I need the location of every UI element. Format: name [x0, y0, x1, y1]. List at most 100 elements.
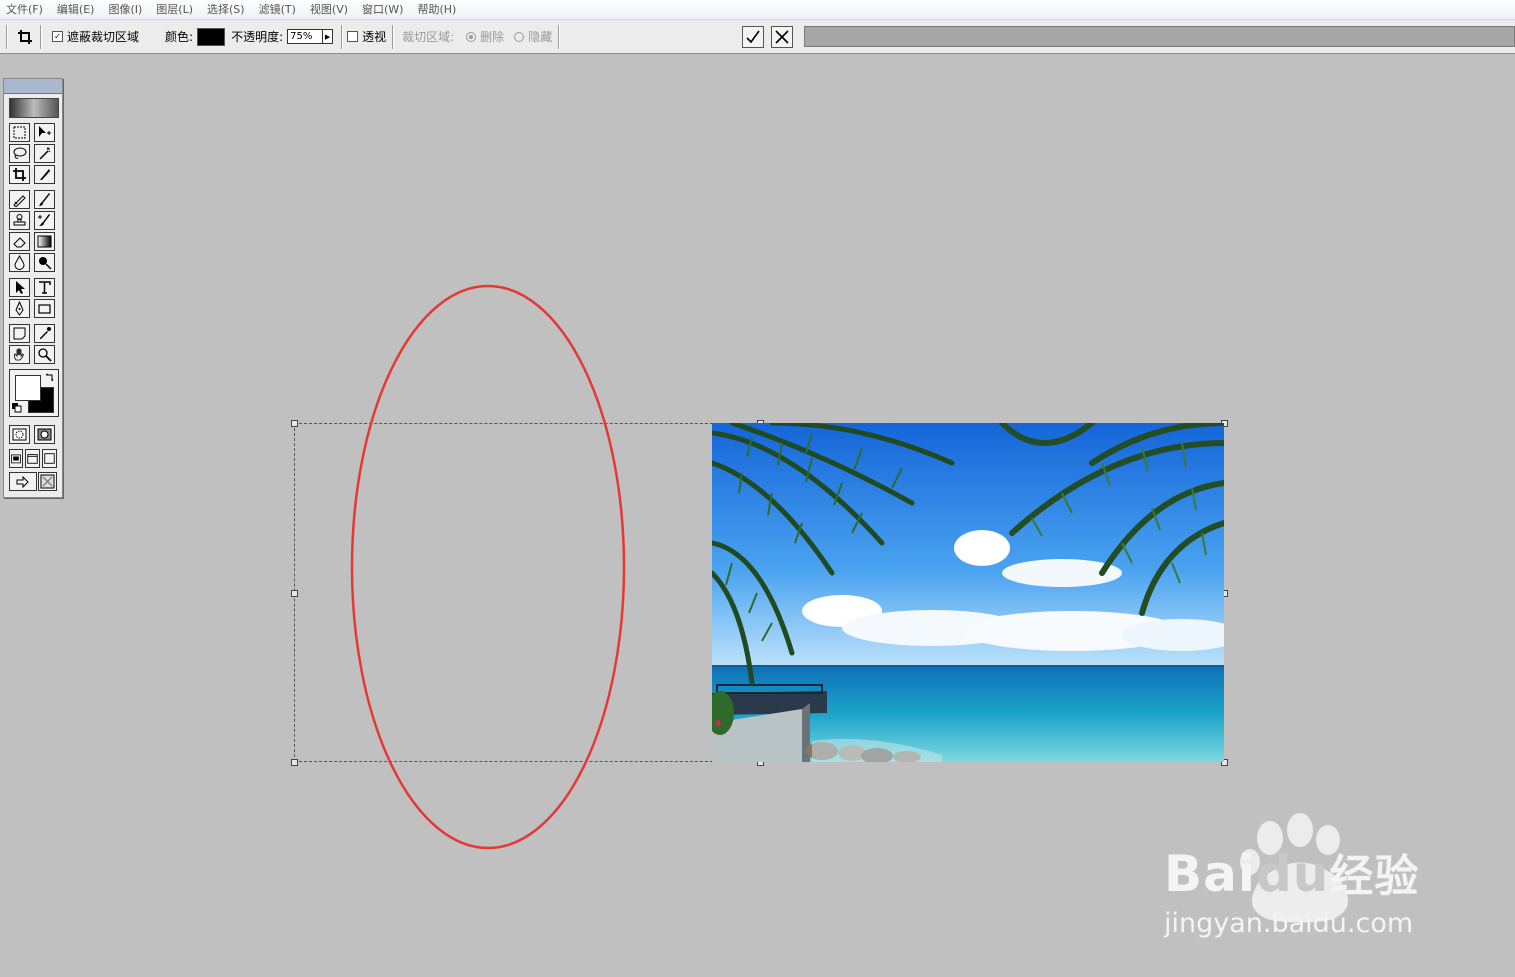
delete-label: 删除	[480, 30, 505, 44]
menu-help[interactable]: 帮助(H)	[410, 0, 463, 19]
clone-stamp-tool[interactable]	[9, 211, 30, 230]
color-label: 颜色:	[165, 30, 194, 44]
watermark-url: jingyan.baidu.com	[1164, 908, 1414, 939]
screen-mode-menubar[interactable]	[25, 449, 40, 468]
highlight-ellipse-annotation	[350, 284, 626, 850]
triangle-right-icon[interactable]: ▶	[322, 30, 332, 43]
shield-color-swatch[interactable]	[197, 27, 226, 46]
stamp-icon	[13, 214, 26, 226]
history-brush-icon	[38, 214, 50, 226]
baidu-jingyan-watermark: Baidu经验 jingyan.baidu.com	[1160, 810, 1450, 950]
move-tool[interactable]	[34, 123, 55, 142]
brush-icon	[39, 193, 50, 206]
marquee-tool[interactable]	[9, 123, 30, 142]
swap-colors-icon[interactable]	[44, 373, 55, 384]
type-t-icon	[39, 281, 51, 294]
options-grip	[6, 24, 8, 49]
foreground-color-swatch[interactable]	[15, 375, 41, 401]
quick-mask-icon	[37, 428, 52, 441]
canvas-image-beach[interactable]	[712, 423, 1224, 762]
lasso-tool[interactable]	[9, 144, 30, 163]
healing-brush-icon	[13, 195, 26, 207]
menu-layer[interactable]: 图层(L)	[149, 0, 200, 19]
gradient-icon	[37, 235, 52, 248]
screen-mode-full[interactable]	[42, 449, 57, 468]
shape-tool[interactable]	[34, 299, 55, 318]
standard-mode-button[interactable]	[9, 425, 30, 444]
crop-tool[interactable]	[9, 165, 30, 184]
magnifier-icon	[38, 348, 52, 362]
menu-window[interactable]: 窗口(W)	[355, 0, 410, 19]
shield-option[interactable]: ✓ 遮蔽裁切区域	[52, 28, 139, 45]
shield-checkbox[interactable]: ✓	[52, 31, 63, 42]
jump-arrow-icon	[16, 475, 29, 489]
app-logo-icon[interactable]	[9, 98, 59, 118]
watermark-brand: Baidu经验	[1164, 845, 1420, 903]
menu-edit[interactable]: 编辑(E)	[50, 0, 102, 19]
standard-mode-icon	[12, 428, 27, 441]
perspective-checkbox[interactable]	[347, 31, 359, 42]
history-brush-tool[interactable]	[34, 211, 55, 230]
perspective-option[interactable]: 透视	[347, 28, 386, 45]
commit-button[interactable]	[742, 26, 764, 48]
eyedropper-tool[interactable]	[34, 324, 55, 343]
pen-tool[interactable]	[9, 299, 30, 318]
rect-marquee-icon	[13, 126, 26, 139]
crop-handle-bottom-left[interactable]	[291, 759, 298, 766]
slice-tool[interactable]	[34, 165, 55, 184]
magic-wand-icon	[39, 147, 51, 160]
magic-wand-tool[interactable]	[34, 144, 55, 163]
crop-area-label: 裁切区域:	[402, 30, 455, 44]
dodge-icon	[39, 257, 52, 270]
crop-tool-icon[interactable]	[14, 26, 36, 48]
zoom-tool[interactable]	[34, 345, 55, 364]
menu-select[interactable]: 选择(S)	[200, 0, 252, 19]
gradient-tool[interactable]	[34, 232, 55, 251]
hide-option[interactable]: 隐藏	[514, 28, 552, 45]
blur-tool[interactable]	[9, 253, 30, 272]
crop-handle-middle-left[interactable]	[291, 590, 298, 597]
color-swatches	[9, 369, 59, 417]
cancel-button[interactable]	[771, 26, 793, 48]
opacity-value: 75%	[290, 31, 313, 42]
hand-icon	[13, 348, 24, 361]
delete-radio[interactable]	[466, 31, 477, 42]
menu-filter[interactable]: 滤镜(T)	[252, 0, 303, 19]
toolbox-panel	[3, 78, 63, 498]
default-colors-icon[interactable]	[12, 403, 22, 413]
imageready-icon[interactable]	[38, 472, 57, 491]
toolbox-title-bar[interactable]	[4, 79, 62, 94]
rectangle-shape-icon	[38, 304, 51, 314]
dodge-tool[interactable]	[34, 253, 55, 272]
menu-file[interactable]: 文件(F)	[0, 0, 50, 19]
eyedropper-icon	[40, 327, 51, 339]
slice-knife-icon	[40, 169, 50, 180]
palette-well	[804, 26, 1515, 47]
hide-label: 隐藏	[528, 30, 553, 44]
window-icon	[11, 454, 21, 464]
fullscreen-icon	[44, 453, 55, 464]
menu-view[interactable]: 视图(V)	[303, 0, 355, 19]
brush-tool[interactable]	[34, 190, 55, 209]
hand-tool[interactable]	[9, 345, 30, 364]
lasso-icon	[13, 147, 27, 159]
hide-radio[interactable]	[514, 31, 525, 42]
menu-bar: 文件(F) 编辑(E) 图像(I) 图层(L) 选择(S) 滤镜(T) 视图(V…	[0, 0, 1515, 20]
type-tool[interactable]	[34, 278, 55, 297]
crop-handle-top-left[interactable]	[291, 420, 298, 427]
crop-icon	[13, 168, 26, 181]
opacity-field[interactable]: 75% ▶	[287, 29, 334, 44]
path-selection-tool[interactable]	[9, 278, 30, 297]
healing-brush-tool[interactable]	[9, 190, 30, 209]
options-bar: ✓ 遮蔽裁切区域 颜色: 不透明度: 75% ▶ 透视 裁切区域: 删除 隐藏	[0, 20, 1515, 54]
eraser-tool[interactable]	[9, 232, 30, 251]
opacity-label: 不透明度:	[231, 30, 284, 44]
notes-tool[interactable]	[9, 324, 30, 343]
jump-to-imageready-button[interactable]	[9, 472, 37, 491]
perspective-label: 透视	[362, 30, 387, 44]
menu-image[interactable]: 图像(I)	[101, 0, 149, 19]
delete-option[interactable]: 删除	[466, 28, 504, 45]
quick-mask-button[interactable]	[34, 425, 55, 444]
screen-mode-standard[interactable]	[9, 449, 23, 468]
move-arrow-icon	[39, 126, 51, 137]
